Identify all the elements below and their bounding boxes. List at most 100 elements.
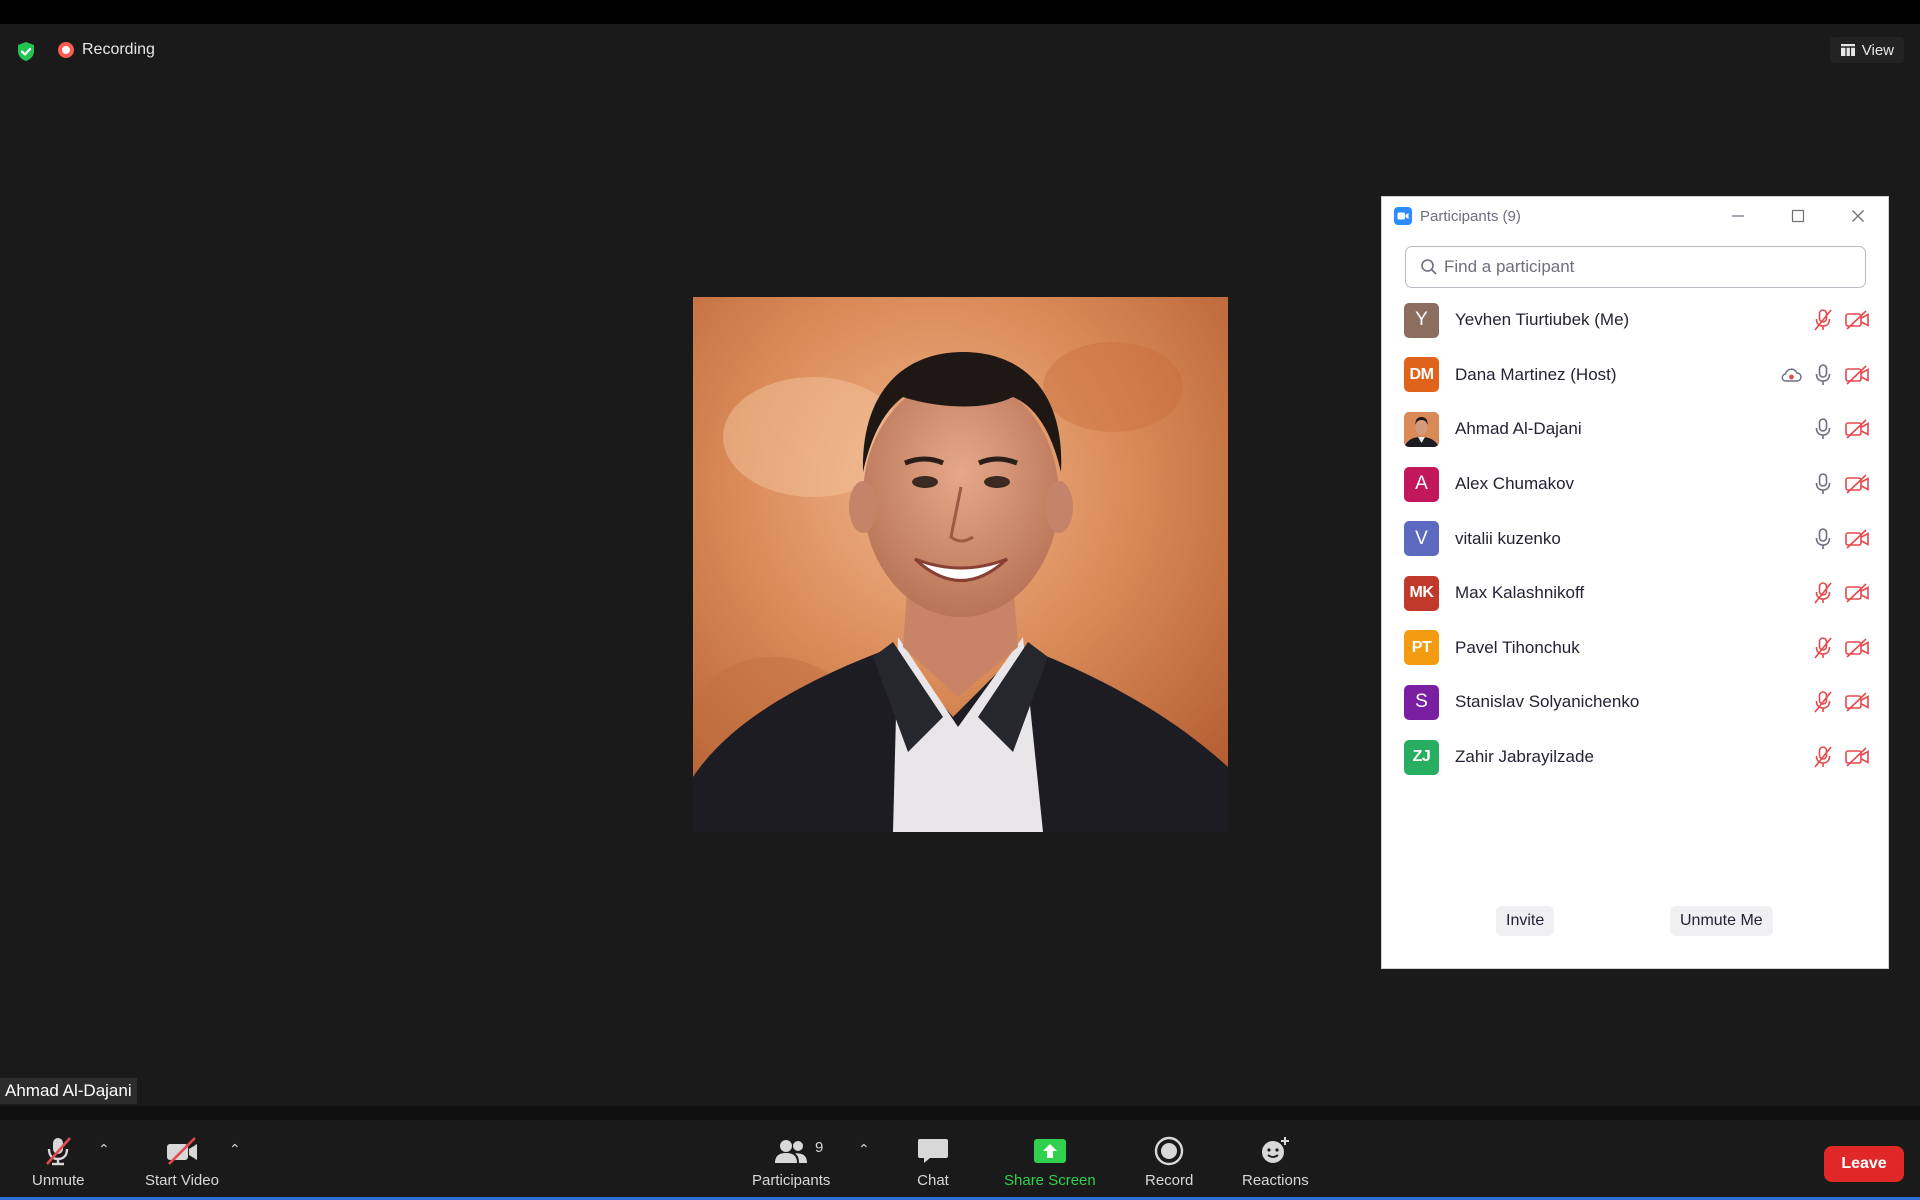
participant-avatar: V (1404, 521, 1439, 557)
participant-status-icons (1812, 730, 1870, 785)
participant-name: Ahmad Al-Dajani (1455, 419, 1582, 439)
mic-on-icon (1815, 527, 1831, 549)
top-black-bar (0, 0, 1920, 24)
mic-muted-icon (1814, 637, 1832, 659)
video-off-icon (1845, 638, 1869, 658)
record-icon (1154, 1136, 1184, 1166)
share-screen-icon (1033, 1139, 1066, 1163)
audio-options-caret-icon[interactable]: ⌃ (98, 1141, 110, 1158)
panel-footer: Invite Unmute Me (1382, 898, 1888, 968)
recording-indicator[interactable]: Recording (58, 39, 155, 61)
participants-icon (775, 1140, 808, 1163)
view-button[interactable]: View (1829, 37, 1904, 63)
participant-avatar: MK (1404, 575, 1439, 611)
participant-name: vitalii kuzenko (1455, 528, 1561, 548)
recording-dot-icon (58, 42, 74, 58)
participant-status-icons (1780, 348, 1870, 403)
participant-name: Pavel Tihonchuk (1455, 637, 1580, 657)
speaker-profile-photo (693, 297, 1228, 832)
security-shield-icon[interactable] (14, 40, 38, 64)
recording-label: Recording (82, 41, 155, 58)
video-off-icon (166, 1137, 197, 1165)
participant-row[interactable]: Vvitalii kuzenko (1382, 511, 1888, 566)
meeting-toolbar (0, 1106, 1920, 1200)
video-off-icon (1845, 419, 1869, 440)
invite-button[interactable]: Invite (1496, 906, 1555, 936)
reactions-button[interactable]: Reactions (1242, 1136, 1309, 1189)
participant-status-icons (1812, 566, 1870, 621)
share-screen-label: Share Screen (1004, 1172, 1096, 1189)
participant-avatar: PT (1404, 630, 1439, 666)
mic-muted-icon (1814, 582, 1832, 604)
participant-search-box[interactable] (1405, 246, 1866, 288)
panel-titlebar[interactable]: Participants (9) (1382, 197, 1888, 235)
mic-muted-icon (1814, 309, 1832, 331)
close-icon (1852, 210, 1864, 222)
view-label: View (1861, 41, 1894, 59)
microphone-muted-icon (46, 1137, 72, 1166)
grid-view-icon (1840, 44, 1855, 56)
chat-label: Chat (917, 1172, 949, 1189)
participants-label: Participants (752, 1172, 831, 1189)
video-off-icon (1845, 747, 1869, 767)
mic-on-icon (1815, 418, 1831, 440)
video-off-icon (1845, 365, 1869, 385)
cloud-recording-icon (1781, 368, 1802, 382)
avatar-photo (1404, 411, 1439, 447)
participant-avatar: Y (1404, 302, 1439, 338)
participant-row[interactable]: DM Dana Martinez (Host) (1382, 348, 1888, 403)
video-off-icon (1845, 692, 1869, 713)
maximize-button[interactable] (1778, 197, 1818, 235)
video-off-icon (1845, 474, 1869, 494)
participant-row[interactable]: Y Yevhen Tiurtiubek (Me) (1382, 293, 1888, 348)
participant-row[interactable]: A Alex Chumakov (1382, 457, 1888, 512)
mic-muted-icon (1814, 746, 1832, 768)
chat-bubble-icon (918, 1139, 948, 1163)
close-panel-button[interactable] (1838, 197, 1878, 235)
participant-row[interactable]: MK Max Kalashnikoff (1382, 566, 1888, 621)
unmute-me-button[interactable]: Unmute Me (1670, 906, 1773, 936)
video-off-icon (1845, 529, 1869, 549)
participant-status-icons (1812, 511, 1870, 566)
start-video-button[interactable]: Start Video (145, 1136, 219, 1189)
unmute-label: Unmute (32, 1172, 85, 1189)
leave-button[interactable]: Leave (1824, 1146, 1904, 1182)
participant-status-icons (1812, 675, 1870, 730)
mic-on-icon (1815, 473, 1831, 495)
participant-avatar (1404, 411, 1439, 447)
mic-muted-icon (1814, 691, 1832, 713)
chat-button[interactable]: Chat (916, 1136, 950, 1189)
start-video-label: Start Video (145, 1172, 219, 1189)
participant-search-input[interactable] (1444, 257, 1824, 277)
participant-name: Alex Chumakov (1455, 474, 1575, 494)
video-off-icon (1845, 583, 1869, 603)
minimize-button[interactable] (1718, 197, 1758, 235)
mic-on-icon (1815, 364, 1831, 385)
participant-name: Zahir Jabrayilzade (1455, 747, 1594, 767)
participant-name: Yevhen Tiurtiubek (Me) (1455, 310, 1630, 330)
participant-avatar: A (1404, 466, 1439, 502)
participants-options-caret-icon[interactable]: ⌃ (858, 1141, 870, 1158)
video-off-icon (1845, 310, 1869, 330)
participants-panel: Participants (9) Y Yevhen Tiurtiubek (Me)… (1381, 196, 1889, 969)
participant-row[interactable]: S Stanislav Solyanichenko (1382, 675, 1888, 730)
record-button[interactable]: Record (1145, 1136, 1193, 1189)
participant-name: Stanislav Solyanichenko (1455, 692, 1640, 712)
participant-row[interactable]: Ahmad Al-Dajani (1382, 402, 1888, 457)
reactions-label: Reactions (1242, 1172, 1309, 1189)
minimize-icon (1732, 215, 1744, 217)
participant-avatar: DM (1404, 357, 1439, 393)
participant-name: Dana Martinez (Host) (1455, 364, 1617, 384)
participant-row[interactable]: ZJ Zahir Jabrayilzade (1382, 730, 1888, 785)
participant-list: Y Yevhen Tiurtiubek (Me) DM Dana Martinez (… (1382, 293, 1888, 784)
share-screen-button[interactable]: Share Screen (1004, 1136, 1096, 1189)
participant-avatar: ZJ (1404, 739, 1439, 775)
speaker-name-label: Ahmad Al-Dajani (0, 1078, 137, 1104)
participant-status-icons (1812, 457, 1870, 512)
reactions-smiley-icon (1262, 1137, 1290, 1163)
participant-row[interactable]: PT Pavel Tihonchuk (1382, 621, 1888, 676)
video-options-caret-icon[interactable]: ⌃ (229, 1141, 241, 1158)
participant-status-icons (1812, 402, 1870, 457)
unmute-button[interactable]: Unmute (32, 1136, 85, 1189)
participants-count: 9 (815, 1139, 824, 1156)
